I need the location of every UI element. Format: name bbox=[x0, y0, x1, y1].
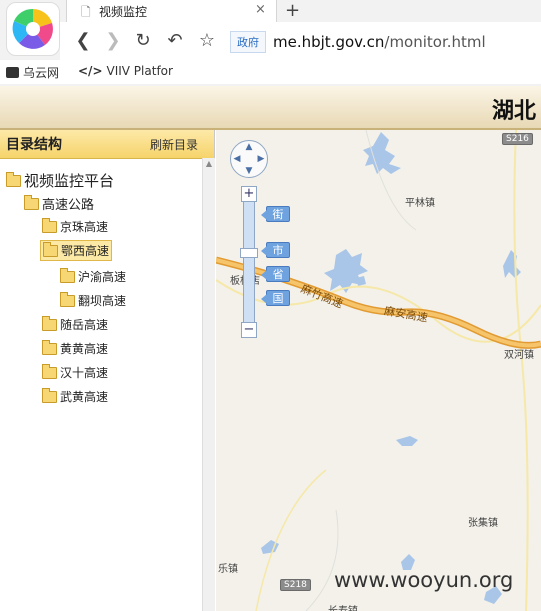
folder-icon bbox=[42, 339, 57, 355]
zoom-in-button[interactable]: + bbox=[241, 186, 257, 202]
url-domain: me.hbjt.gov.cn bbox=[273, 33, 385, 51]
gov-badge: 政府 bbox=[230, 31, 266, 53]
lake-shape bbox=[396, 436, 418, 446]
url-text[interactable]: me.hbjt.gov.cn/monitor.html bbox=[273, 31, 486, 53]
tree-node-huyu[interactable]: 沪渝高速 bbox=[60, 267, 127, 285]
zoom-level-city-button[interactable]: 市 bbox=[261, 242, 290, 258]
tree-node-jingzhu[interactable]: 京珠高速 bbox=[42, 217, 109, 235]
bookmark-star-icon[interactable]: ☆ bbox=[196, 30, 218, 52]
tree-node-label: 汉十高速 bbox=[60, 366, 109, 380]
folder-icon bbox=[42, 315, 57, 331]
pan-control[interactable]: ▲ ▼ ◀ ▶ bbox=[230, 140, 268, 178]
folder-icon bbox=[42, 363, 57, 379]
bookmark-label: VIIV Platfor bbox=[106, 64, 173, 78]
folder-icon bbox=[24, 194, 39, 210]
tree-node-label: 翻坝高速 bbox=[78, 294, 127, 308]
tree-node-suiyue[interactable]: 随岳高速 bbox=[42, 315, 109, 333]
browser-logo-icon[interactable] bbox=[6, 2, 60, 56]
sidebar-header: 目录结构 刷新目录 bbox=[0, 130, 214, 159]
map-view[interactable]: 平林镇 板桥店 双河镇 张集镇 乐镇 长寿镇 麻竹高速 麻安高速 S216 S2… bbox=[216, 130, 541, 611]
tree-node-highway[interactable]: 高速公路 bbox=[24, 194, 94, 213]
tree-node-label: 视频监控平台 bbox=[24, 172, 115, 190]
bookmark-favicon-icon bbox=[6, 67, 19, 78]
lake-shape bbox=[363, 132, 401, 174]
forward-icon[interactable]: ❯ bbox=[102, 30, 124, 52]
place-label: 双河镇 bbox=[504, 350, 534, 361]
pan-left-icon[interactable]: ◀ bbox=[232, 154, 242, 164]
folder-icon bbox=[60, 291, 75, 307]
browser-toolbar: ❮ ❯ ↻ ↶ ☆ 政府 me.hbjt.gov.cn/monitor.html bbox=[60, 22, 541, 61]
place-label: 长寿镇 bbox=[328, 602, 358, 611]
route-shield: S216 bbox=[502, 133, 533, 145]
page-header: 湖北 bbox=[0, 86, 541, 130]
tree-node-wuhuang[interactable]: 武黄高速 bbox=[42, 387, 109, 405]
tree-node-hanshi[interactable]: 汉十高速 bbox=[42, 363, 109, 381]
zoom-level-country-button[interactable]: 国 bbox=[261, 290, 290, 306]
bookmark-wooyun[interactable]: 乌云网 bbox=[6, 64, 59, 81]
scroll-up-icon[interactable]: ▲ bbox=[203, 158, 215, 170]
pan-right-icon[interactable]: ▶ bbox=[256, 154, 266, 164]
directory-tree: 视频监控平台 高速公路 京珠高速 鄂西高速 沪渝高速 翻坝高速 随岳高速 黄黄高… bbox=[0, 158, 202, 611]
tree-node-label: 沪渝高速 bbox=[78, 270, 127, 284]
refresh-directory-button[interactable]: 刷新目录 bbox=[150, 136, 198, 153]
browser-tab[interactable]: 🗋 视频监控 × bbox=[66, 0, 277, 22]
folder-icon bbox=[42, 387, 57, 403]
place-label: 平林镇 bbox=[405, 198, 435, 209]
tree-node-label: 京珠高速 bbox=[60, 220, 109, 234]
zoom-slider-handle[interactable] bbox=[240, 248, 258, 258]
place-label: 乐镇 bbox=[218, 564, 238, 575]
tree-node-huanghuang[interactable]: 黄黄高速 bbox=[42, 339, 109, 357]
zoom-out-button[interactable]: − bbox=[241, 322, 257, 338]
tree-node-label: 随岳高速 bbox=[60, 318, 109, 332]
zoom-level-street-button[interactable]: 街 bbox=[261, 206, 290, 222]
watermark: www.wooyun.org bbox=[334, 568, 514, 592]
tree-node-label: 鄂西高速 bbox=[61, 244, 110, 258]
reload-icon[interactable]: ↻ bbox=[132, 30, 154, 52]
bookmarks-bar: 乌云网 </> VIIV Platfor bbox=[0, 60, 541, 84]
tab-close-icon[interactable]: × bbox=[255, 2, 266, 17]
tree-node-label: 高速公路 bbox=[42, 198, 95, 213]
new-tab-icon[interactable]: + bbox=[285, 0, 300, 21]
folder-icon bbox=[43, 241, 58, 257]
back-icon[interactable]: ❮ bbox=[72, 30, 94, 52]
route-shield: S218 bbox=[280, 579, 311, 591]
pan-down-icon[interactable]: ▼ bbox=[244, 166, 254, 176]
address-bar[interactable]: 政府 me.hbjt.gov.cn/monitor.html bbox=[230, 29, 541, 55]
place-label: 张集镇 bbox=[468, 518, 498, 529]
tree-node-root[interactable]: 视频监控平台 bbox=[6, 170, 114, 191]
zoom-slider-track[interactable] bbox=[243, 186, 255, 336]
code-icon: </> bbox=[78, 64, 103, 78]
undo-icon[interactable]: ↶ bbox=[164, 30, 186, 52]
sidebar: 目录结构 刷新目录 视频监控平台 高速公路 京珠高速 鄂西高速 沪渝高速 翻坝高… bbox=[0, 130, 215, 611]
tree-node-fanba[interactable]: 翻坝高速 bbox=[60, 291, 127, 309]
zoom-level-province-button[interactable]: 省 bbox=[261, 266, 290, 282]
bookmark-label: 乌云网 bbox=[23, 66, 60, 80]
tree-node-label: 武黄高速 bbox=[60, 390, 109, 404]
sidebar-title: 目录结构 bbox=[6, 137, 62, 153]
folder-icon bbox=[60, 267, 75, 283]
page-icon: 🗋 bbox=[81, 5, 91, 19]
bookmark-viiv[interactable]: </> VIIV Platfor bbox=[78, 64, 173, 78]
folder-icon bbox=[6, 171, 21, 187]
sidebar-scrollbar[interactable]: ▲ bbox=[202, 158, 215, 611]
page-title: 湖北 bbox=[492, 99, 537, 124]
tab-title: 视频监控 bbox=[99, 5, 148, 19]
tree-node-exi[interactable]: 鄂西高速 bbox=[40, 240, 113, 261]
folder-icon bbox=[42, 217, 57, 233]
tree-node-label: 黄黄高速 bbox=[60, 342, 109, 356]
url-path: /monitor.html bbox=[384, 33, 486, 51]
browser-chrome: 🗋 视频监控 × + ❮ ❯ ↻ ↶ ☆ 政府 me.hbjt.gov.cn/m… bbox=[0, 0, 541, 86]
map-canvas[interactable] bbox=[216, 130, 541, 611]
lake-shape bbox=[503, 250, 521, 278]
pan-up-icon[interactable]: ▲ bbox=[244, 142, 254, 152]
